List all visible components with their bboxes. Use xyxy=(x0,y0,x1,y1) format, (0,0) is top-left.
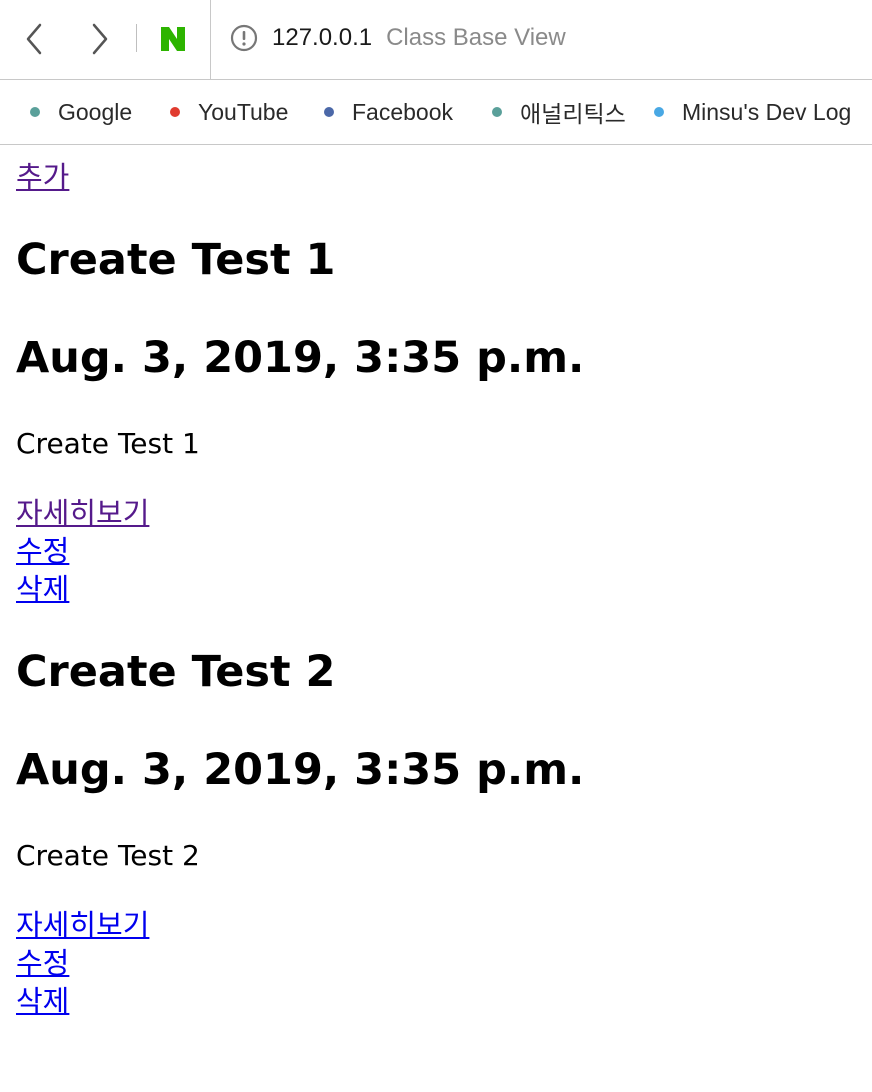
page-content: 추가 Create Test 1 Aug. 3, 2019, 3:35 p.m.… xyxy=(16,146,856,1020)
post-edit-link[interactable]: 수정 xyxy=(16,944,69,982)
naver-n-icon xyxy=(161,27,185,51)
post-edit-link[interactable]: 수정 xyxy=(16,532,69,570)
bookmark-label: Google xyxy=(58,98,133,125)
post-date: Aug. 3, 2019, 3:35 p.m. xyxy=(16,745,585,795)
post-body: Create Test 2 xyxy=(16,839,200,872)
browser-toolbar: 127.0.0.1 Class Base View xyxy=(0,0,872,80)
bookmark-dot-icon xyxy=(30,107,40,117)
back-button[interactable] xyxy=(16,20,52,58)
post-title: Create Test 1 xyxy=(16,235,336,285)
bookmark-dot-icon xyxy=(170,107,180,117)
page-title-in-address: Class Base View xyxy=(386,24,566,51)
post-detail-link[interactable]: 자세히보기 xyxy=(16,494,149,532)
bookmarks-bar: Google YouTube Facebook 애널리틱스 Minsu's De… xyxy=(0,80,872,145)
bookmark-dot-icon xyxy=(654,107,664,117)
bookmark-youtube[interactable]: YouTube xyxy=(170,96,288,128)
toolbar-separator xyxy=(136,24,137,52)
post-delete-link[interactable]: 삭제 xyxy=(16,982,69,1020)
post-item: Create Test 2 Aug. 3, 2019, 3:35 p.m. Cr… xyxy=(16,646,856,1020)
bookmark-label: Facebook xyxy=(352,98,454,125)
post-title: Create Test 2 xyxy=(16,647,336,697)
post-actions: 자세히보기 수정 삭제 xyxy=(16,494,856,608)
bookmark-label: Minsu's Dev Log xyxy=(682,98,852,125)
address-host: 127.0.0.1 xyxy=(272,24,373,51)
bookmark-analytics[interactable]: 애널리틱스 xyxy=(492,96,626,128)
bookmark-facebook[interactable]: Facebook xyxy=(324,96,453,128)
post-actions: 자세히보기 수정 삭제 xyxy=(16,906,856,1020)
bookmark-google[interactable]: Google xyxy=(30,96,132,128)
bookmark-minsu-dev-log[interactable]: Minsu's Dev Log xyxy=(654,96,851,128)
bookmark-label: 애널리틱스 xyxy=(520,101,626,127)
post-detail-link[interactable]: 자세히보기 xyxy=(16,906,149,944)
chevron-left-icon xyxy=(26,23,42,55)
address-bar[interactable]: 127.0.0.1 Class Base View xyxy=(230,20,566,56)
naver-extension-button[interactable] xyxy=(158,24,188,54)
bookmark-dot-icon xyxy=(492,107,502,117)
toolbar-divider xyxy=(210,0,211,79)
chevron-right-icon xyxy=(92,23,108,55)
post-item: Create Test 1 Aug. 3, 2019, 3:35 p.m. Cr… xyxy=(16,234,856,608)
forward-button[interactable] xyxy=(82,20,118,58)
bookmark-dot-icon xyxy=(324,107,334,117)
info-icon[interactable] xyxy=(230,24,258,52)
post-delete-link[interactable]: 삭제 xyxy=(16,570,69,608)
post-date: Aug. 3, 2019, 3:35 p.m. xyxy=(16,333,585,383)
bookmark-label: YouTube xyxy=(198,98,289,125)
post-body: Create Test 1 xyxy=(16,427,200,460)
add-post-link[interactable]: 추가 xyxy=(16,158,69,196)
